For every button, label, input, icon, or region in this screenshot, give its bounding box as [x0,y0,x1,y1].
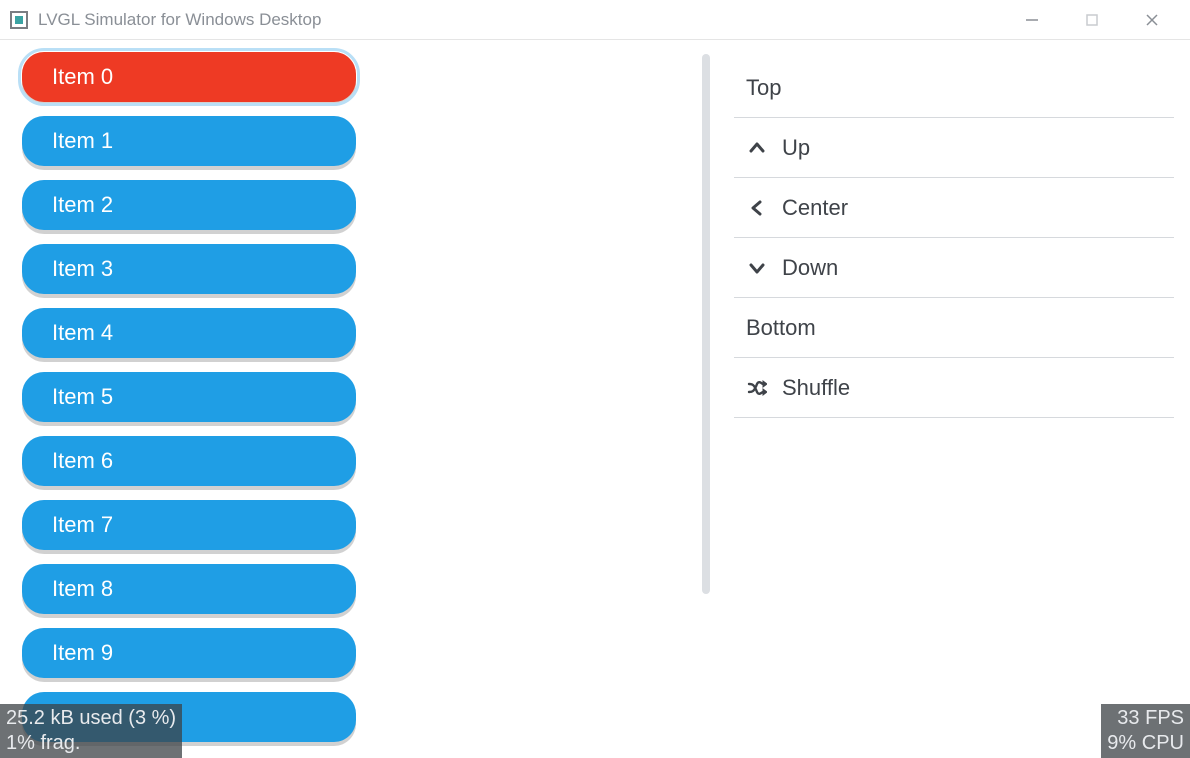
action-bottom[interactable]: Bottom [734,298,1174,358]
minimize-button[interactable] [1002,0,1062,40]
action-label: Up [782,135,810,161]
item-list-panel: Item 0 Item 1 Item 2 Item 3 Item 4 Item … [10,48,712,750]
memory-line-1: 25.2 kB used (3 %) [6,706,176,731]
shuffle-icon [746,377,768,399]
list-item-label: Item 1 [52,128,113,154]
window-titlebar: LVGL Simulator for Windows Desktop [0,0,1190,40]
chevron-left-icon [746,197,768,219]
scrollbar-vertical[interactable] [702,54,710,594]
app-icon [10,11,28,29]
chevron-up-icon [746,137,768,159]
list-item[interactable]: Item 1 [22,116,356,166]
list-item-label: Item 0 [52,64,113,90]
action-label: Top [746,75,781,101]
list-item[interactable]: Item 4 [22,308,356,358]
action-label: Bottom [746,315,816,341]
action-shuffle[interactable]: Shuffle [734,358,1174,418]
action-label: Down [782,255,838,281]
list-item-label: Item 9 [52,640,113,666]
list-item[interactable]: Item 2 [22,180,356,230]
client-area: Item 0 Item 1 Item 2 Item 3 Item 4 Item … [0,40,1190,758]
action-label: Center [782,195,848,221]
list-item[interactable]: Item 5 [22,372,356,422]
list-item-label: Item 7 [52,512,113,538]
maximize-button[interactable] [1062,0,1122,40]
memory-overlay: 25.2 kB used (3 %) 1% frag. [0,704,182,758]
actions-panel: Top Up Center Down [728,48,1180,750]
window-title: LVGL Simulator for Windows Desktop [38,10,321,30]
chevron-down-icon [746,257,768,279]
action-center[interactable]: Center [734,178,1174,238]
perf-overlay: 33 FPS 9% CPU [1101,704,1190,758]
memory-line-2: 1% frag. [6,731,176,756]
list-item-label: Item 4 [52,320,113,346]
list-item[interactable]: Item 9 [22,628,356,678]
list-item[interactable]: Item 8 [22,564,356,614]
list-item[interactable]: Item 3 [22,244,356,294]
list-item-label: Item 3 [52,256,113,282]
action-down[interactable]: Down [734,238,1174,298]
item-list[interactable]: Item 0 Item 1 Item 2 Item 3 Item 4 Item … [10,48,712,750]
action-top[interactable]: Top [734,58,1174,118]
action-up[interactable]: Up [734,118,1174,178]
cpu-line: 9% CPU [1107,731,1184,756]
list-item[interactable]: Item 7 [22,500,356,550]
action-label: Shuffle [782,375,850,401]
list-item[interactable]: Item 6 [22,436,356,486]
list-item-label: Item 5 [52,384,113,410]
fps-line: 33 FPS [1107,706,1184,731]
list-item-label: Item 6 [52,448,113,474]
list-item-label: Item 8 [52,576,113,602]
list-item[interactable]: Item 0 [22,52,356,102]
close-button[interactable] [1122,0,1182,40]
list-item-label: Item 2 [52,192,113,218]
